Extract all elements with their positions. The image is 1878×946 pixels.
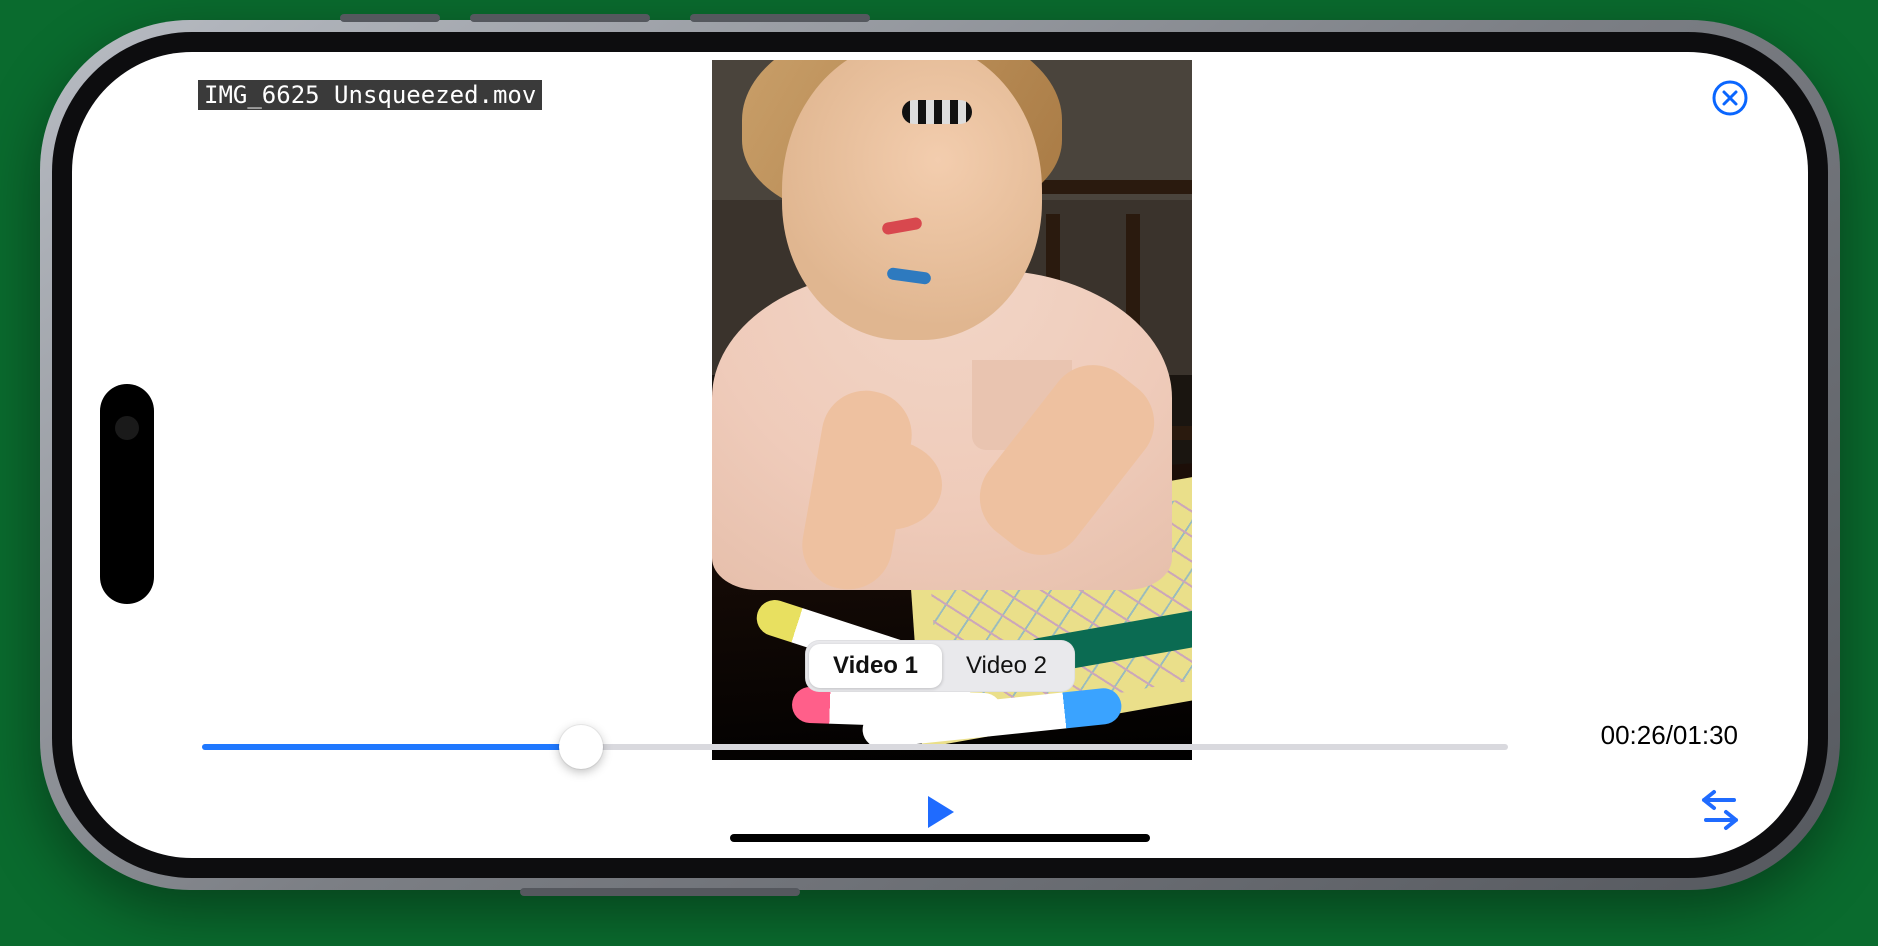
phone-side-button (470, 14, 650, 22)
filename-label: IMG_6625 Unsqueezed.mov (198, 80, 542, 110)
play-icon (920, 792, 960, 832)
swap-horizontal-icon (1694, 784, 1746, 836)
phone-frame: IMG_6625 Unsqueezed.mov X (40, 20, 1840, 890)
segment-video-1[interactable]: Video 1 (809, 644, 942, 688)
close-button[interactable]: X (1712, 80, 1748, 116)
home-indicator[interactable] (730, 834, 1150, 842)
scrubber-thumb[interactable] (559, 725, 603, 769)
phone-side-button (520, 888, 800, 896)
time-display: 00:26/01:30 (1601, 720, 1738, 751)
phone-side-button (690, 14, 870, 22)
segment-video-2[interactable]: Video 2 (942, 644, 1071, 688)
phone-side-button (340, 14, 440, 22)
video-select-segmented[interactable]: Video 1 Video 2 (805, 640, 1075, 692)
video-compare-app: IMG_6625 Unsqueezed.mov X (72, 52, 1808, 858)
phone-screen: IMG_6625 Unsqueezed.mov X (72, 52, 1808, 858)
play-button[interactable] (920, 792, 960, 837)
phone-bezel: IMG_6625 Unsqueezed.mov X (52, 32, 1828, 878)
close-circle-icon (1712, 80, 1748, 116)
scrubber-fill (202, 744, 581, 750)
swap-button[interactable] (1694, 784, 1746, 841)
playback-scrubber[interactable] (202, 730, 1508, 764)
